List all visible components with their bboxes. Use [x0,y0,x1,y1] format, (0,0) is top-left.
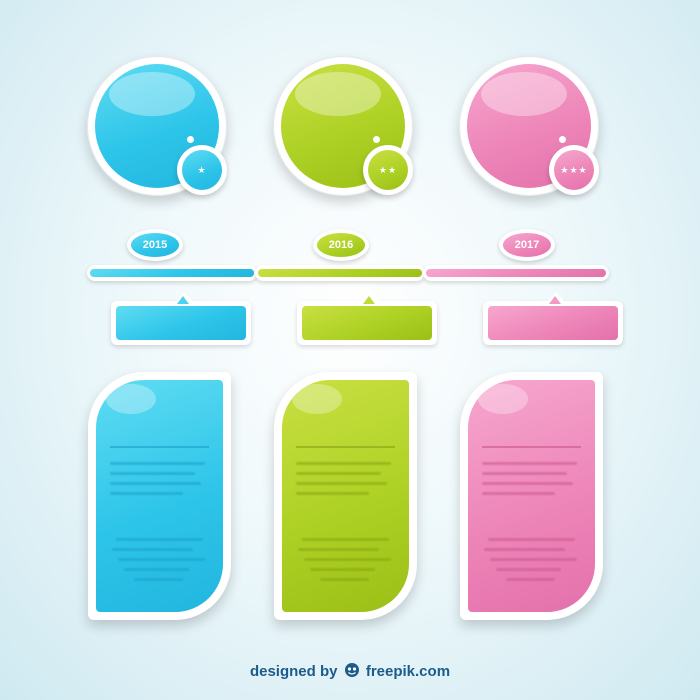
step-3-year-pill: 2017 [499,229,555,261]
step-2-year: 2016 [317,233,365,257]
step-1-card [88,372,231,620]
step-1-year-pill: 2015 [127,229,183,261]
step-1-rating-badge: ★ [177,145,227,195]
step-3-caption [483,292,623,345]
step-2-stars: ★★ [368,150,408,190]
step-1-stars: ★ [182,150,222,190]
step-2-caption [297,292,437,345]
step-2-year-pill: 2016 [313,229,369,261]
step-2-rating-badge: ★★ [363,145,413,195]
attribution-footer: designed by freepik.com [0,662,700,680]
timeline-step-2: ★★ 2016 [251,0,441,640]
timeline-step-1: ★ 2015 [65,0,255,640]
attribution-brand-link[interactable]: freepik.com [366,663,450,680]
timeline-step-3: ★★★ 2017 [437,0,627,640]
step-3-stars: ★★★ [554,150,594,190]
step-3-rating-badge: ★★★ [549,145,599,195]
step-3-year: 2017 [503,233,551,257]
freepik-logo-icon [344,663,359,677]
attribution-prefix: designed by [249,663,338,680]
step-1-caption [111,292,251,345]
step-1-year: 2015 [131,233,179,257]
step-3-card [460,372,603,620]
step-2-card [274,372,417,620]
